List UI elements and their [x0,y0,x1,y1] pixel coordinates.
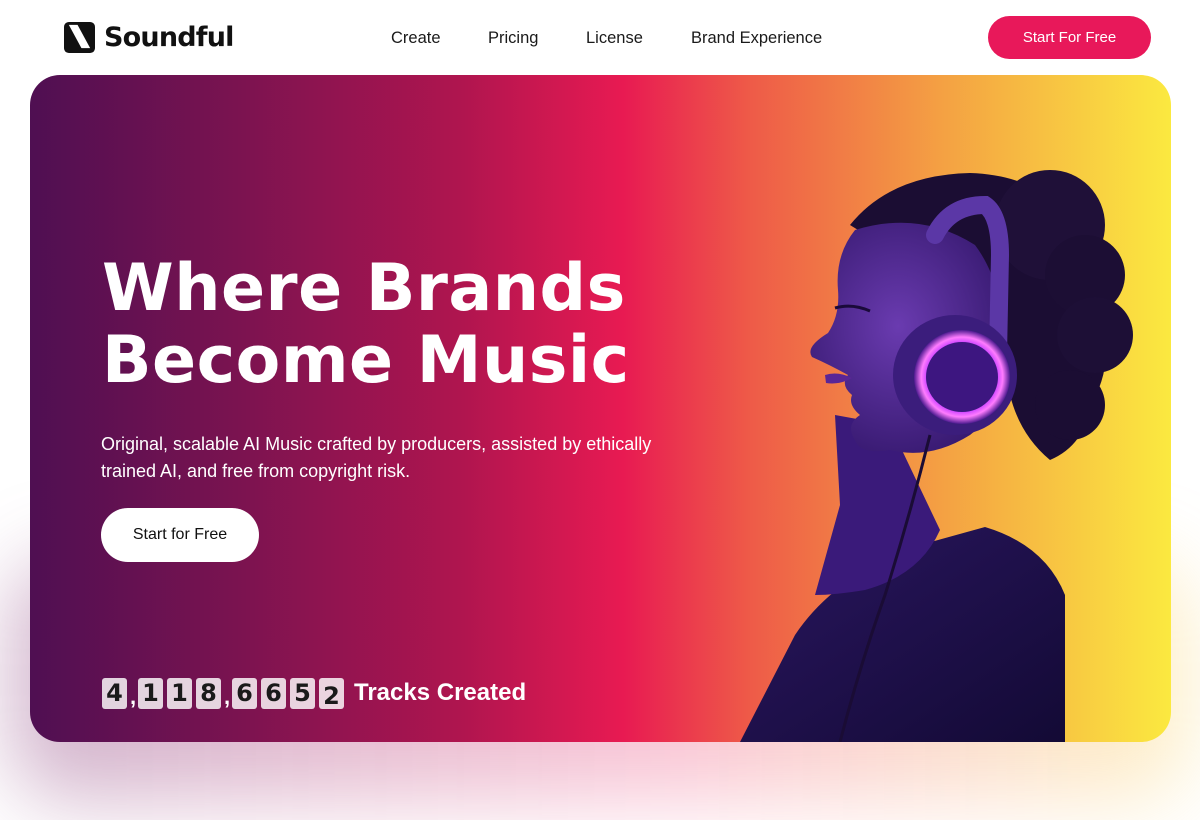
site-header: Soundful Create Pricing License Brand Ex… [0,0,1200,75]
counter-digit: 8 [196,677,221,709]
counter-digit: 5 [290,677,315,709]
logo-text: Soundful [104,22,234,53]
counter-digit: 4 [102,677,127,709]
nav-pricing[interactable]: Pricing [488,26,538,50]
counter-separator: , [224,684,231,709]
nav-license[interactable]: License [586,26,643,50]
counter-digit-rolling: 2 [319,677,344,709]
hero-title-line-2: Become Music [102,323,630,398]
counter-digit: 6 [232,677,257,709]
counter-digit: 1 [138,677,163,709]
counter-digit: 1 [167,677,192,709]
counter-digit: 6 [261,677,286,709]
hero-banner: Where Brands Become Music Original, scal… [30,75,1171,742]
hero-title: Where Brands Become Music [102,253,742,397]
nav-create[interactable]: Create [391,26,441,50]
counter-separator: , [130,684,137,709]
hero-title-line-1: Where Brands [102,251,626,326]
counter-label: Tracks Created [354,679,527,706]
nav-brand-experience[interactable]: Brand Experience [691,26,822,50]
hero-start-for-free-button[interactable]: Start for Free [101,508,259,562]
hero-subtitle: Original, scalable AI Music crafted by p… [101,434,652,481]
start-for-free-button[interactable]: Start For Free [988,16,1151,59]
logo-link[interactable]: Soundful [64,22,234,53]
soundful-s-logo-icon [64,22,95,53]
hero-photo-woman-with-headphones [740,170,1133,742]
tracks-counter: 4 , 1 1 8 , 6 6 5 2 Tracks Created [102,676,526,710]
